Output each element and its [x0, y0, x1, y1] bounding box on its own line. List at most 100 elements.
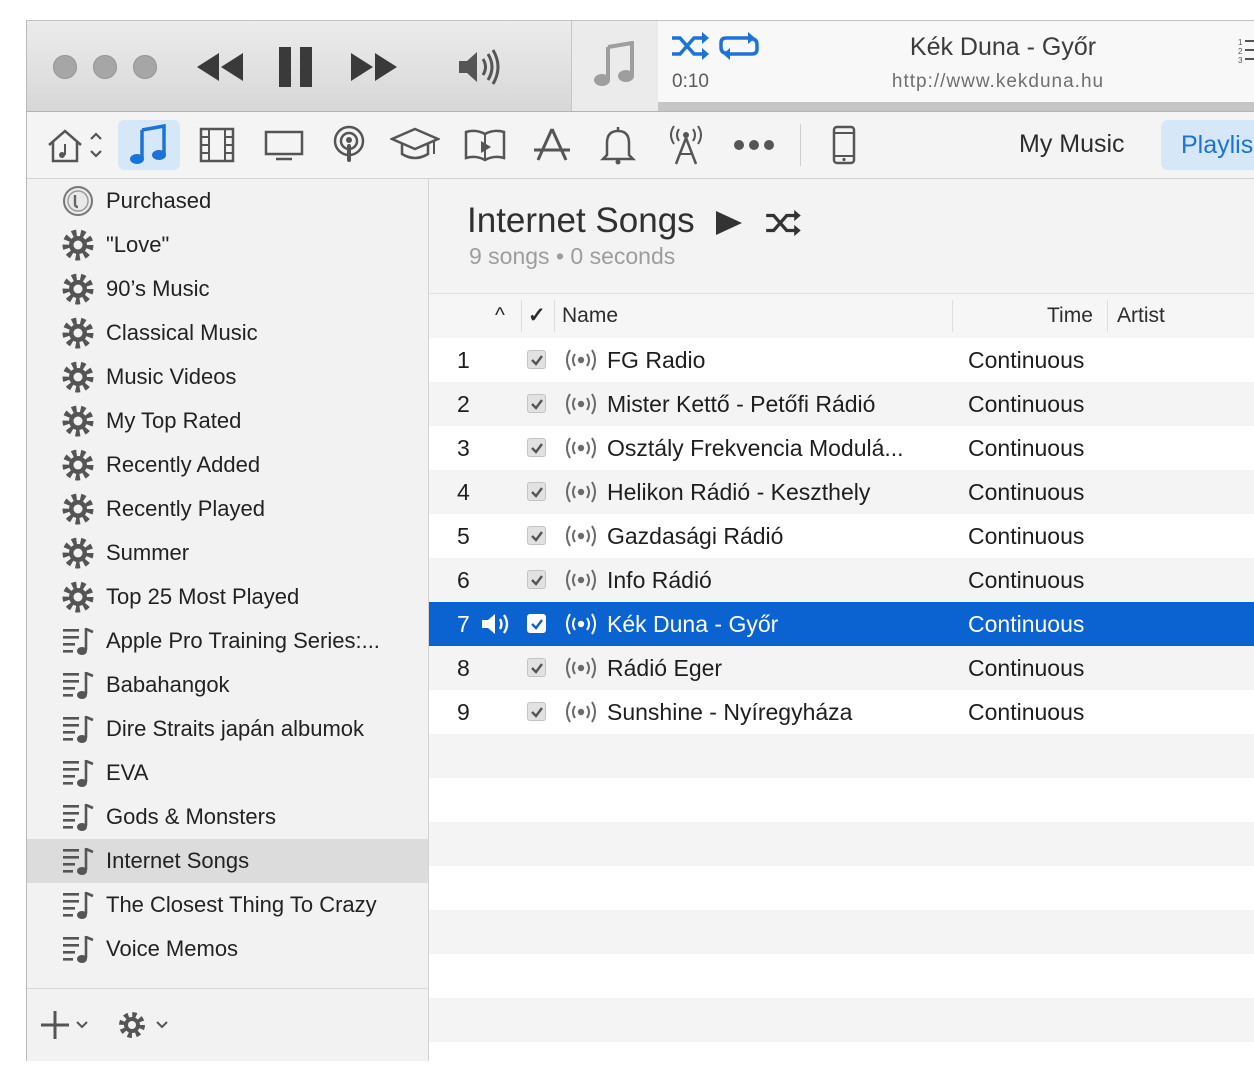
- playlist-sidebar: Purchased "Love" 90’s Music Classical Music…: [27, 179, 429, 1061]
- nav-movies[interactable]: [186, 120, 248, 170]
- artist-column-header[interactable]: Artist: [1117, 294, 1165, 338]
- close-window-button[interactable]: [53, 55, 77, 79]
- shuffle-icon[interactable]: [670, 31, 710, 61]
- nav-more[interactable]: [723, 120, 785, 170]
- nav-apps[interactable]: [521, 120, 583, 170]
- song-row[interactable]: 5 Gazdasági Rádió Continuous: [429, 514, 1254, 558]
- zoom-window-button[interactable]: [133, 55, 157, 79]
- sidebar-item[interactable]: Purchased: [27, 179, 428, 223]
- sidebar-item[interactable]: Internet Songs: [27, 839, 428, 883]
- sidebar-item-label: My Top Rated: [106, 408, 242, 433]
- song-name: Helikon Rádió - Keszthely: [607, 479, 871, 505]
- checkmark-icon: [530, 574, 543, 586]
- nav-podcasts[interactable]: [318, 120, 380, 170]
- song-enabled-checkbox[interactable]: [527, 702, 546, 721]
- song-row[interactable]: 7 Kék Duna - Győr Continuous: [429, 602, 1254, 646]
- sidebar-item[interactable]: My Top Rated: [27, 399, 428, 443]
- sidebar-item[interactable]: Dire Straits japán albumok: [27, 707, 428, 751]
- song-name: Info Rádió: [607, 567, 712, 593]
- song-row[interactable]: 8 Rádió Eger Continuous: [429, 646, 1254, 690]
- checkbox-column-header[interactable]: ✓: [528, 294, 546, 338]
- nav-books[interactable]: [454, 120, 516, 170]
- empty-row: [429, 778, 1254, 822]
- song-enabled-checkbox[interactable]: [527, 614, 546, 633]
- song-enabled-checkbox[interactable]: [527, 438, 546, 457]
- song-row[interactable]: 2 Mister Kettő - Petőfi Rádió Continuous: [429, 382, 1254, 426]
- settings-gear-icon[interactable]: [115, 1007, 173, 1043]
- smart-playlist-gear-icon: [61, 448, 95, 482]
- song-name: Rádió Eger: [607, 655, 723, 681]
- song-enabled-checkbox[interactable]: [527, 526, 546, 545]
- previous-button[interactable]: [195, 49, 245, 85]
- song-enabled-checkbox[interactable]: [527, 482, 546, 501]
- svg-text:2: 2: [1238, 47, 1243, 56]
- song-list: 1 FG Radio Continuous 2 Mister Kettő - Petőf…: [429, 338, 1254, 1042]
- name-column-header[interactable]: Name: [562, 294, 618, 338]
- sidebar-item[interactable]: Gods & Monsters: [27, 795, 428, 839]
- sidebar-item-label: Recently Played: [106, 496, 265, 521]
- pause-button[interactable]: [277, 46, 315, 88]
- sidebar-item[interactable]: Summer: [27, 531, 428, 575]
- up-next-list-icon[interactable]: 123: [1238, 37, 1254, 67]
- sidebar-item[interactable]: 90’s Music: [27, 267, 428, 311]
- smart-playlist-gear-icon: [61, 580, 95, 614]
- nav-radio[interactable]: [655, 120, 717, 170]
- sidebar-item[interactable]: Voice Memos: [27, 927, 428, 971]
- sidebar-item[interactable]: Classical Music: [27, 311, 428, 355]
- song-enabled-checkbox[interactable]: [527, 658, 546, 677]
- iphone-icon: [832, 125, 856, 165]
- nav-device[interactable]: [813, 120, 875, 170]
- sidebar-item[interactable]: Recently Added: [27, 443, 428, 487]
- playlists-tab[interactable]: Playlis: [1161, 120, 1254, 170]
- sidebar-item[interactable]: EVA: [27, 751, 428, 795]
- now-playing-display: 0:10 Kék Duna - Győr http://www.kekduna.…: [658, 21, 1254, 111]
- song-row[interactable]: 1 FG Radio Continuous: [429, 338, 1254, 382]
- play-icon[interactable]: [714, 209, 744, 237]
- song-enabled-checkbox[interactable]: [527, 350, 546, 369]
- song-time: Continuous: [968, 391, 1085, 417]
- library-switcher[interactable]: [39, 120, 109, 170]
- playlist-icon: [61, 932, 95, 966]
- sidebar-item[interactable]: Babahangok: [27, 663, 428, 707]
- empty-row: [429, 998, 1254, 1042]
- radio-stream-icon: [566, 613, 596, 635]
- nav-itunes-u[interactable]: [384, 120, 446, 170]
- nav-music[interactable]: [118, 120, 180, 170]
- song-enabled-checkbox[interactable]: [527, 394, 546, 413]
- sidebar-item[interactable]: Recently Played: [27, 487, 428, 531]
- song-row[interactable]: 9 Sunshine - Nyíregyháza Continuous: [429, 690, 1254, 734]
- smart-playlist-gear-icon: [61, 272, 95, 306]
- sort-order-header[interactable]: ^: [495, 294, 505, 338]
- sidebar-item[interactable]: The Closest Thing To Crazy: [27, 883, 428, 927]
- apps-icon: [534, 128, 570, 161]
- sidebar-footer: [27, 988, 428, 1061]
- song-enabled-checkbox[interactable]: [527, 570, 546, 589]
- playlist-icon: [61, 624, 95, 658]
- progress-bar[interactable]: [658, 102, 1254, 111]
- sidebar-item[interactable]: Music Videos: [27, 355, 428, 399]
- song-row[interactable]: 3 Osztály Frekvencia Modulá... Continuous: [429, 426, 1254, 470]
- nav-tv-shows[interactable]: [253, 120, 315, 170]
- minimize-window-button[interactable]: [93, 55, 117, 79]
- sidebar-item[interactable]: "Love": [27, 223, 428, 267]
- playlist-icon: [61, 844, 95, 878]
- song-row[interactable]: 6 Info Rádió Continuous: [429, 558, 1254, 602]
- add-playlist-icon[interactable]: [39, 1009, 93, 1041]
- nav-tones[interactable]: [587, 120, 649, 170]
- checkmark-icon: [530, 618, 543, 630]
- shuffle-playlist-icon[interactable]: [764, 209, 802, 237]
- repeat-icon[interactable]: [718, 31, 760, 61]
- time-column-header[interactable]: Time: [1047, 294, 1093, 338]
- empty-row: [429, 822, 1254, 866]
- sidebar-item-label: Dire Straits japán albumok: [106, 716, 365, 741]
- sidebar-item-label: Voice Memos: [106, 936, 239, 961]
- sidebar-item-label: The Closest Thing To Crazy: [106, 892, 377, 917]
- next-button[interactable]: [349, 49, 399, 85]
- song-time: Continuous: [968, 567, 1085, 593]
- song-row[interactable]: 4 Helikon Rádió - Keszthely Continuous: [429, 470, 1254, 514]
- sidebar-item[interactable]: Top 25 Most Played: [27, 575, 428, 619]
- volume-control[interactable]: [457, 47, 503, 87]
- my-music-tab[interactable]: My Music: [1019, 130, 1125, 159]
- radio-stream-icon: [566, 701, 596, 723]
- sidebar-item[interactable]: Apple Pro Training Series:...: [27, 619, 428, 663]
